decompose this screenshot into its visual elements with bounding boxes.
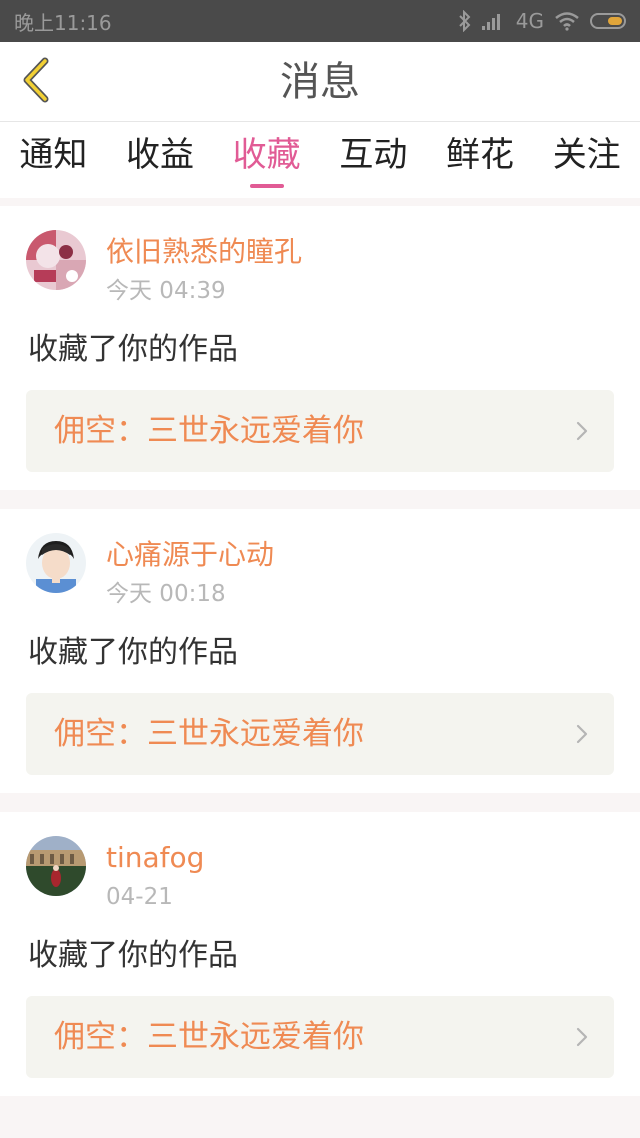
tab-favorites[interactable]: 收藏	[213, 122, 320, 198]
tab-earnings[interactable]: 收益	[107, 122, 214, 198]
tab-label: 收益	[126, 135, 194, 175]
message-card: 依旧熟悉的瞳孔 今天 04:39 收藏了你的作品 佣空：三世永远爱着你	[0, 206, 640, 490]
message-card: tinafog 04-21 收藏了你的作品 佣空：三世永远爱着你	[0, 812, 640, 1096]
tab-interactions[interactable]: 互动	[320, 122, 427, 198]
username[interactable]: tinafog	[106, 838, 204, 878]
work-title: 佣空：三世永远爱着你	[54, 413, 364, 449]
tab-bar: 通知 收益 收藏 互动 鲜花 关注	[0, 122, 640, 198]
message-card: 心痛源于心动 今天 00:18 收藏了你的作品 佣空：三世永远爱着你	[0, 509, 640, 793]
page-title: 消息	[280, 59, 360, 105]
wifi-icon	[554, 11, 580, 31]
avatar[interactable]	[26, 533, 86, 593]
signal-icon	[481, 12, 506, 30]
header: 消息	[0, 42, 640, 122]
work-link[interactable]: 佣空：三世永远爱着你	[26, 693, 614, 775]
back-chevron-icon	[21, 57, 51, 107]
action-text: 收藏了你的作品	[28, 635, 238, 670]
avatar[interactable]	[26, 836, 86, 896]
tab-label: 关注	[552, 135, 621, 175]
message-list: 依旧熟悉的瞳孔 今天 04:39 收藏了你的作品 佣空：三世永远爱着你 心痛源于…	[0, 206, 640, 1115]
work-title: 佣空：三世永远爱着你	[54, 716, 364, 752]
work-link[interactable]: 佣空：三世永远爱着你	[26, 390, 614, 472]
tab-follows[interactable]: 关注	[533, 122, 640, 198]
tab-label: 互动	[339, 135, 408, 175]
active-tab-indicator	[249, 184, 284, 188]
battery-icon	[590, 13, 626, 29]
tab-label: 收藏	[232, 135, 301, 175]
chevron-right-icon	[576, 1027, 588, 1051]
work-link[interactable]: 佣空：三世永远爱着你	[26, 996, 614, 1078]
status-icons: 4G	[458, 9, 626, 33]
work-title: 佣空：三世永远爱着你	[54, 1019, 364, 1055]
bluetooth-icon	[458, 10, 472, 32]
network-type: 4G	[515, 9, 544, 33]
avatar[interactable]	[26, 230, 86, 290]
tab-label: 鲜花	[446, 135, 515, 175]
timestamp: 今天 00:18	[106, 581, 226, 607]
status-bar: 晚上11:16 4G	[0, 0, 640, 42]
back-button[interactable]	[12, 54, 60, 110]
username[interactable]: 心痛源于心动	[106, 535, 274, 575]
status-time: 晚上11:16	[14, 10, 112, 35]
chevron-right-icon	[576, 421, 588, 445]
timestamp: 今天 04:39	[106, 278, 226, 304]
tab-flowers[interactable]: 鲜花	[427, 122, 534, 198]
action-text: 收藏了你的作品	[28, 938, 238, 973]
tab-label: 通知	[19, 135, 88, 175]
chevron-right-icon	[576, 724, 588, 748]
tab-notifications[interactable]: 通知	[0, 122, 107, 198]
timestamp: 04-21	[106, 884, 173, 910]
username[interactable]: 依旧熟悉的瞳孔	[106, 232, 302, 272]
action-text: 收藏了你的作品	[28, 332, 238, 367]
